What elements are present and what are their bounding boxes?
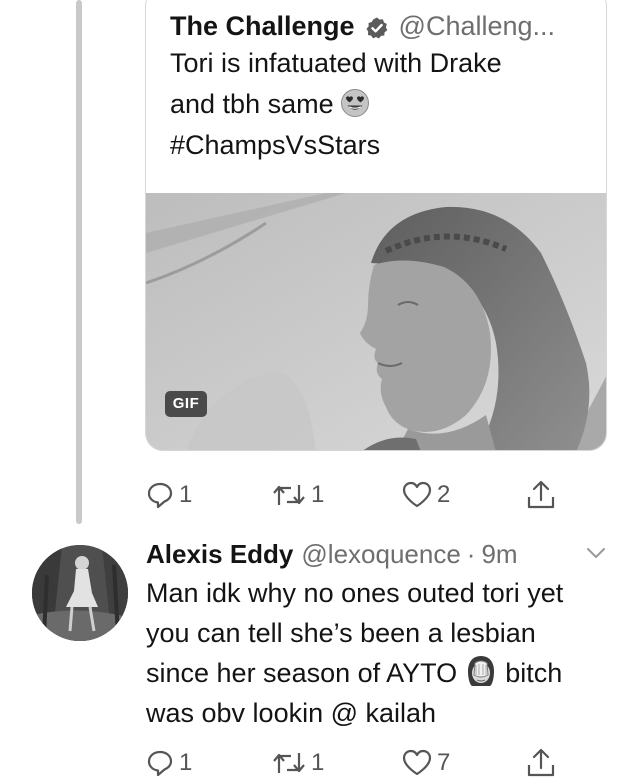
verified-badge-icon bbox=[365, 14, 389, 39]
share-icon bbox=[527, 748, 555, 777]
reply-tweet-header: Alexis Eddy @lexoquence · 9m bbox=[146, 537, 518, 571]
quoted-tweet-handle: @Challeng... bbox=[398, 11, 556, 41]
gif-frame-illustration bbox=[146, 193, 606, 450]
avatar[interactable] bbox=[32, 545, 128, 641]
reply-text-line: you can tell she’s been a lesbian bbox=[146, 618, 536, 648]
reply-text-segment: since her season of AYTO bbox=[146, 658, 458, 688]
reply-icon bbox=[147, 482, 173, 509]
reply-count: 1 bbox=[179, 749, 193, 776]
retweet-count: 1 bbox=[311, 749, 325, 776]
quoted-tweet-text-line: and tbh same bbox=[170, 89, 334, 119]
like-count: 7 bbox=[437, 749, 451, 776]
reply-button[interactable]: 1 bbox=[145, 478, 192, 512]
reply-timestamp[interactable]: 9m bbox=[481, 537, 517, 571]
retweet-button[interactable]: 1 bbox=[271, 746, 324, 780]
retweet-icon bbox=[273, 485, 305, 505]
reply-button[interactable]: 1 bbox=[145, 746, 192, 780]
retweet-count: 1 bbox=[311, 481, 325, 508]
quoted-tweet-header: The Challenge @Challeng... bbox=[170, 9, 555, 43]
reply-tweet-action-bar: 1 1 7 bbox=[145, 746, 615, 780]
thread-connector-line bbox=[76, 0, 82, 524]
avatar-photo bbox=[32, 545, 128, 641]
reply-text-line: was obv lookin @ kailah bbox=[146, 698, 437, 728]
quoted-tweet-author-name[interactable]: The Challenge bbox=[170, 9, 355, 43]
quoted-tweet-text-line-with-emoji: and tbh same bbox=[170, 84, 590, 125]
reply-text-segment: bitch bbox=[505, 658, 563, 688]
reply-count: 1 bbox=[179, 481, 193, 508]
like-button[interactable]: 7 bbox=[401, 746, 450, 780]
woman-facepalming-emoji-icon bbox=[463, 653, 499, 689]
reply-author-name[interactable]: Alexis Eddy bbox=[146, 537, 293, 571]
like-button[interactable]: 2 bbox=[401, 478, 450, 512]
share-button[interactable] bbox=[525, 746, 557, 780]
quoted-tweet-text-line: Tori is infatuated with Drake bbox=[170, 48, 502, 78]
chevron-down-icon[interactable] bbox=[586, 546, 606, 560]
quoted-tweet-text: Tori is infatuated with Drake and tbh sa… bbox=[170, 43, 590, 166]
heart-eyes-emoji-icon bbox=[340, 88, 370, 118]
header-separator: · bbox=[466, 539, 476, 569]
reply-icon bbox=[147, 750, 173, 777]
gif-media-preview[interactable]: GIF bbox=[146, 193, 606, 450]
gif-badge: GIF bbox=[165, 391, 207, 417]
reply-tweet-text: Man idk why no ones outed tori yet you c… bbox=[146, 573, 616, 733]
like-count: 2 bbox=[437, 481, 451, 508]
share-button[interactable] bbox=[525, 478, 557, 512]
retweet-icon bbox=[273, 753, 305, 773]
reply-text-line-with-emoji: since her season of AYTO bitch bbox=[146, 653, 616, 693]
reply-text-line: Man idk why no ones outed tori yet bbox=[146, 578, 564, 608]
quoted-tweet-card[interactable]: The Challenge @Challeng... Tori is infat… bbox=[145, 0, 607, 451]
retweet-button[interactable]: 1 bbox=[271, 478, 324, 512]
heart-icon bbox=[402, 481, 432, 508]
quoted-tweet-hashtag[interactable]: #ChampsVsStars bbox=[170, 125, 590, 166]
heart-icon bbox=[402, 749, 432, 776]
reply-author-handle: @lexoquence bbox=[301, 539, 461, 569]
quoted-tweet-action-bar: 1 1 2 bbox=[145, 478, 615, 512]
share-icon bbox=[527, 480, 555, 509]
